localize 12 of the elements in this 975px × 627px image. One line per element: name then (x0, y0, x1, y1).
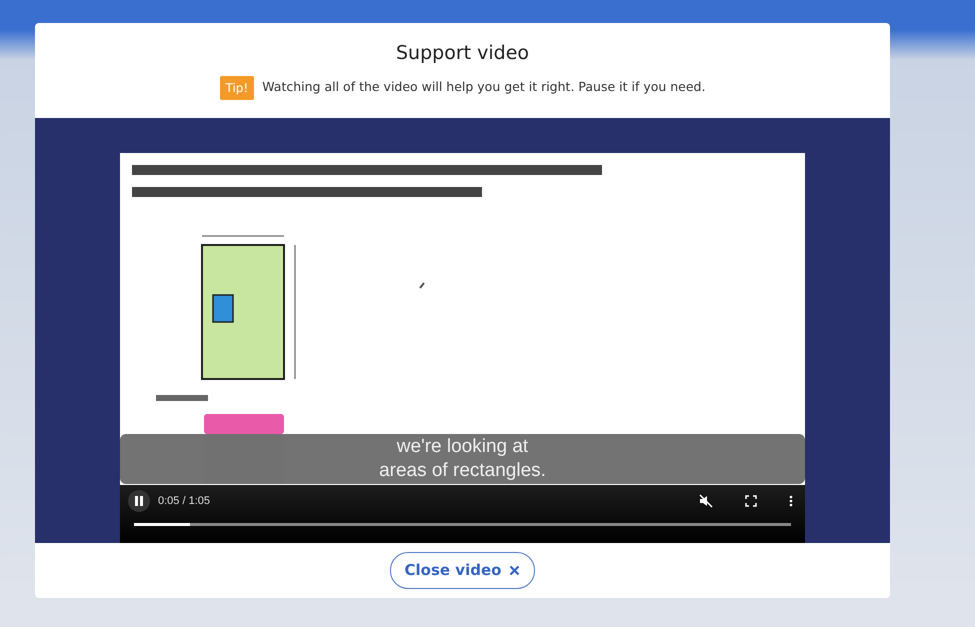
close-icon (509, 565, 520, 576)
caption: we're looking at areas of rectangles. (120, 434, 805, 484)
tip-text: Watching all of the video will help you get it right. Pause it if you need. (262, 78, 706, 96)
tip-badge: Tip! (220, 76, 254, 100)
more-options-icon[interactable] (789, 495, 793, 507)
dialog-title: Support video (396, 41, 530, 66)
close-video-button[interactable]: Close video (390, 552, 536, 589)
fullscreen-icon[interactable] (745, 495, 757, 507)
muted-speaker-icon[interactable] (699, 494, 713, 508)
time-display: 0:05 / 1:05 (158, 494, 210, 509)
pause-icon[interactable] (128, 490, 150, 512)
progress-track[interactable] (134, 523, 791, 526)
